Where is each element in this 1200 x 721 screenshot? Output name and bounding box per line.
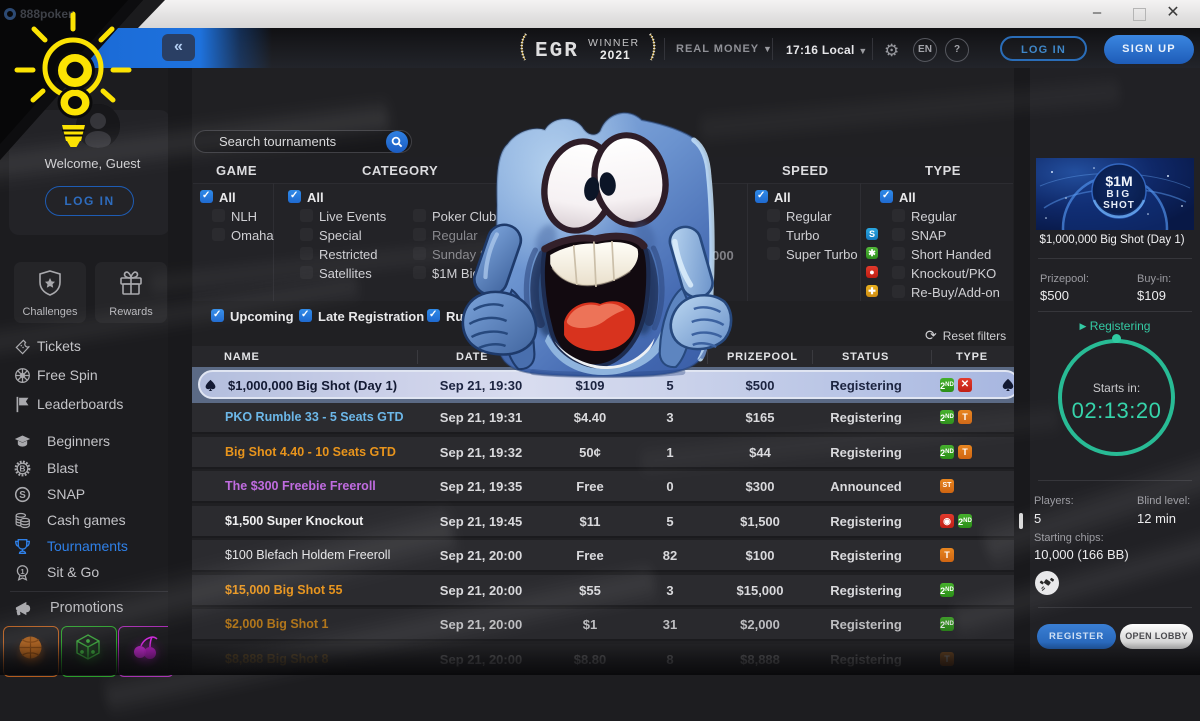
svg-text:BIG: BIG xyxy=(1106,189,1131,200)
svg-text:$1M: $1M xyxy=(1105,173,1132,189)
svg-text:B: B xyxy=(19,463,25,473)
svg-text:1: 1 xyxy=(20,566,25,575)
svg-text:EGR: EGR xyxy=(535,40,579,63)
svg-text:2021: 2021 xyxy=(600,48,631,62)
svg-text:S: S xyxy=(19,489,26,500)
svg-text:SHOT: SHOT xyxy=(1103,200,1135,211)
